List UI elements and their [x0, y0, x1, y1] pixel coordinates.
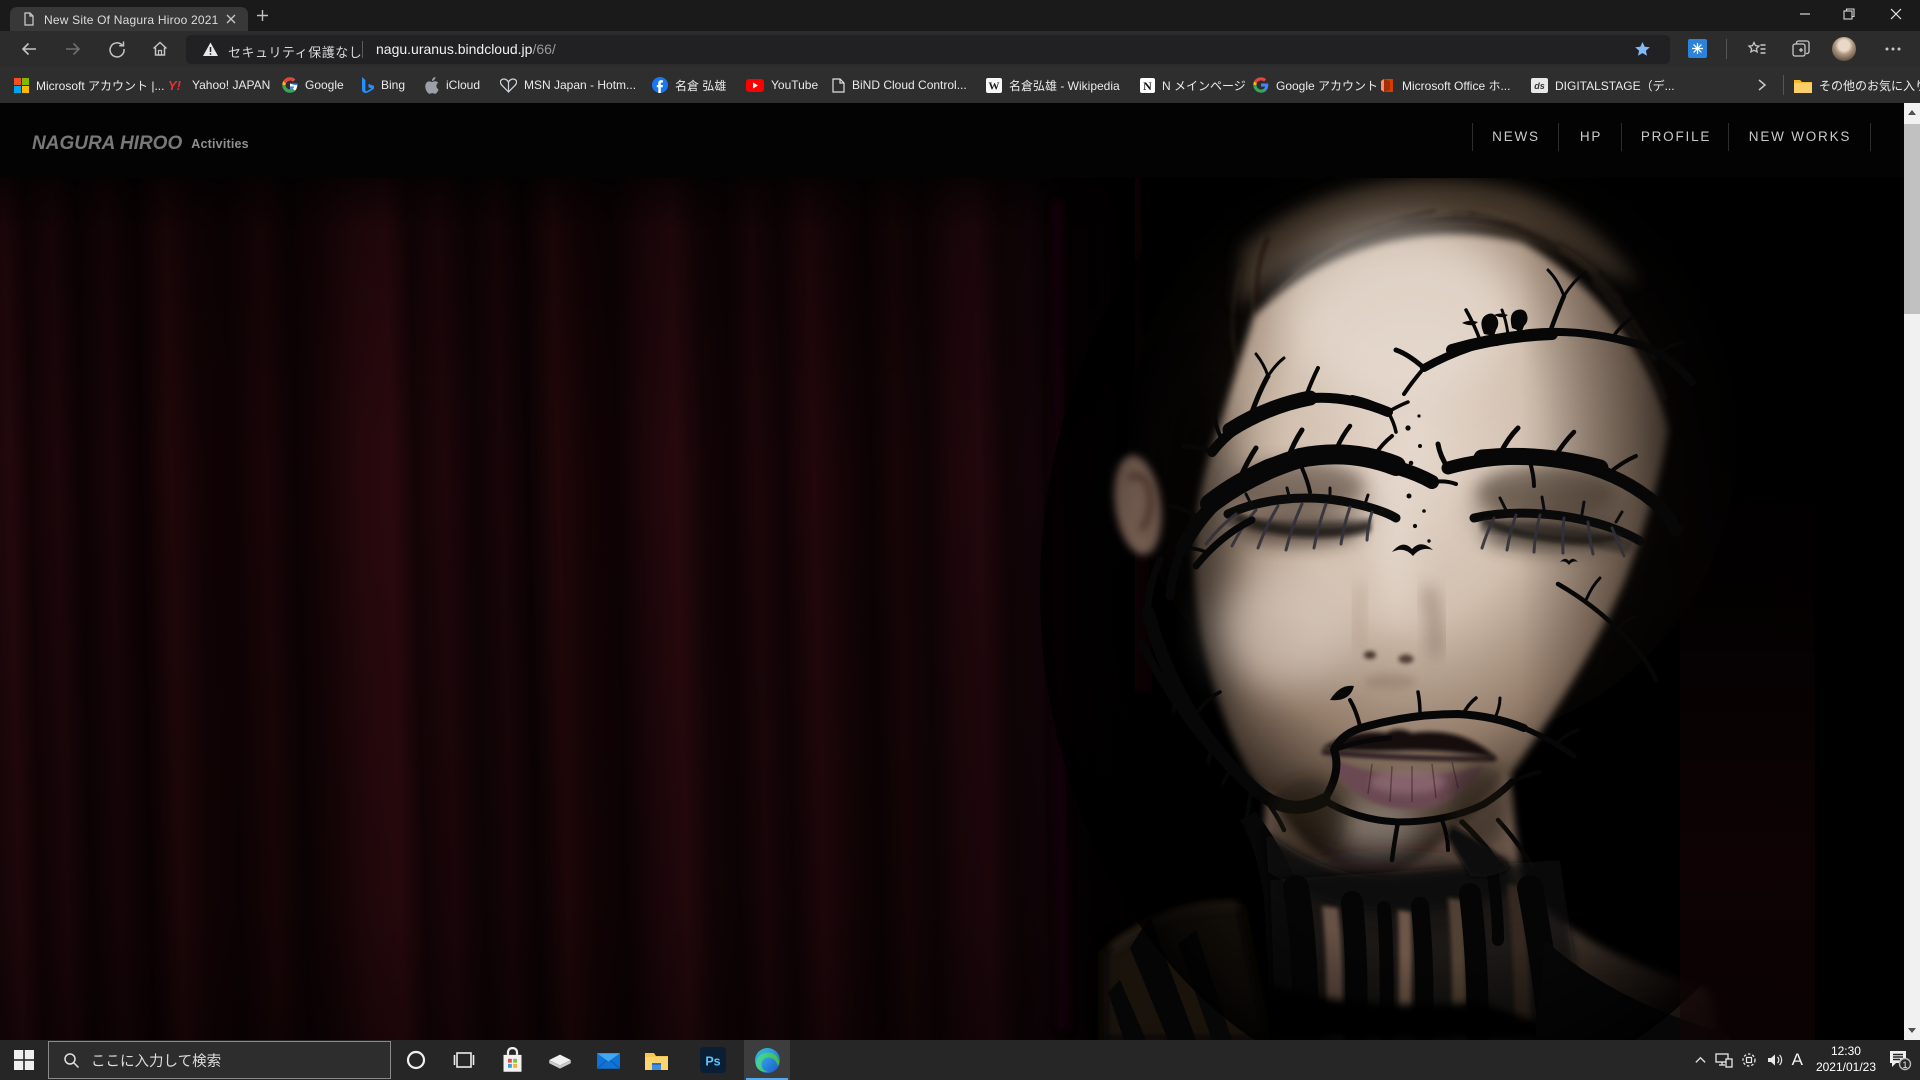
svg-text:ds: ds [1534, 81, 1545, 91]
svg-text:W: W [989, 80, 1000, 92]
svg-text:Y!: Y! [168, 78, 182, 92]
svg-text:N: N [1143, 79, 1152, 93]
svg-text:Ps: Ps [705, 1055, 720, 1069]
svg-text:1: 1 [1902, 1060, 1907, 1070]
